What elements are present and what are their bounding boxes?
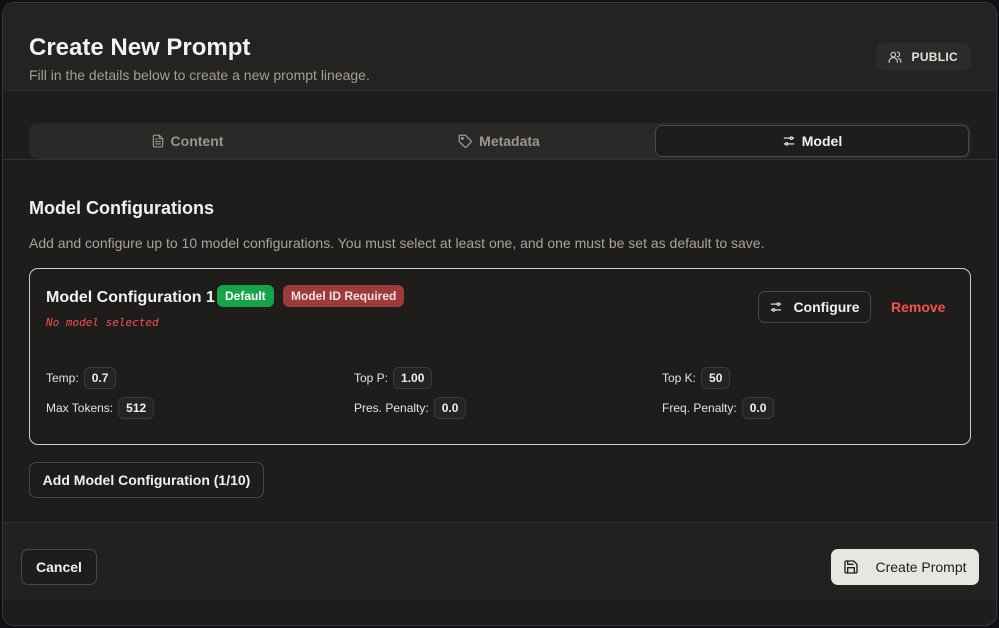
create-prompt-dialog: Create New Prompt Fill in the details be… <box>2 2 997 626</box>
divider <box>3 159 996 160</box>
sliders-icon <box>769 300 783 314</box>
users-icon <box>888 50 902 64</box>
tab-label: Content <box>170 133 224 149</box>
param-freq-penalty: Freq. Penalty: 0.0 <box>662 397 775 419</box>
default-badge: Default <box>217 285 274 307</box>
cancel-button[interactable]: Cancel <box>21 549 97 585</box>
param-value: 50 <box>701 367 731 389</box>
param-label: Max Tokens: <box>46 401 114 415</box>
no-model-warning: No model selected <box>46 316 159 329</box>
section-title: Model Configurations <box>29 198 214 218</box>
remove-button[interactable]: Remove <box>891 299 945 315</box>
page-title: Create New Prompt <box>29 34 251 61</box>
dialog-footer: Cancel Create Prompt <box>3 522 996 600</box>
param-label: Top K: <box>662 371 697 385</box>
visibility-badge[interactable]: PUBLIC <box>875 43 970 71</box>
model-id-required-badge: Model ID Required <box>283 285 405 307</box>
create-prompt-button[interactable]: Create Prompt <box>831 549 979 585</box>
param-label: Temp: <box>46 371 79 385</box>
param-top-k: Top K: 50 <box>662 367 731 389</box>
param-value: 0.7 <box>83 367 117 389</box>
param-top-p: Top P: 1.00 <box>354 367 433 389</box>
param-label: Top P: <box>354 371 389 385</box>
create-prompt-label: Create Prompt <box>875 559 967 575</box>
document-icon <box>151 134 165 148</box>
configure-button-label: Configure <box>793 299 860 315</box>
param-value: 1.00 <box>393 367 433 389</box>
page-subtitle: Fill in the details below to create a ne… <box>29 67 370 83</box>
tab-metadata[interactable]: Metadata <box>343 125 655 157</box>
param-label: Freq. Penalty: <box>662 401 737 415</box>
param-temp: Temp: 0.7 <box>46 367 117 389</box>
visibility-badge-label: PUBLIC <box>911 50 958 64</box>
tag-icon <box>458 134 473 149</box>
tab-label: Model <box>801 133 843 149</box>
tab-model[interactable]: Model <box>655 125 969 157</box>
tab-label: Metadata <box>479 133 540 149</box>
param-pres-penalty: Pres. Penalty: 0.0 <box>354 397 467 419</box>
save-icon <box>843 559 859 575</box>
param-max-tokens: Max Tokens: 512 <box>46 397 155 419</box>
param-value: 0.0 <box>741 397 775 419</box>
tab-content[interactable]: Content <box>31 125 343 157</box>
model-config-title: Model Configuration 1 <box>46 289 215 306</box>
sliders-icon <box>782 134 796 148</box>
param-label: Pres. Penalty: <box>354 401 429 415</box>
add-model-config-button[interactable]: Add Model Configuration (1/10) <box>29 462 264 498</box>
dialog-header: Create New Prompt Fill in the details be… <box>3 3 996 91</box>
param-value: 0.0 <box>433 397 467 419</box>
section-description: Add and configure up to 10 model configu… <box>29 235 765 251</box>
model-config-card: Model Configuration 1 Default Model ID R… <box>29 268 971 445</box>
tab-bar: Content Metadata Model <box>29 123 971 159</box>
configure-button[interactable]: Configure <box>758 291 871 323</box>
param-value: 512 <box>118 397 155 419</box>
